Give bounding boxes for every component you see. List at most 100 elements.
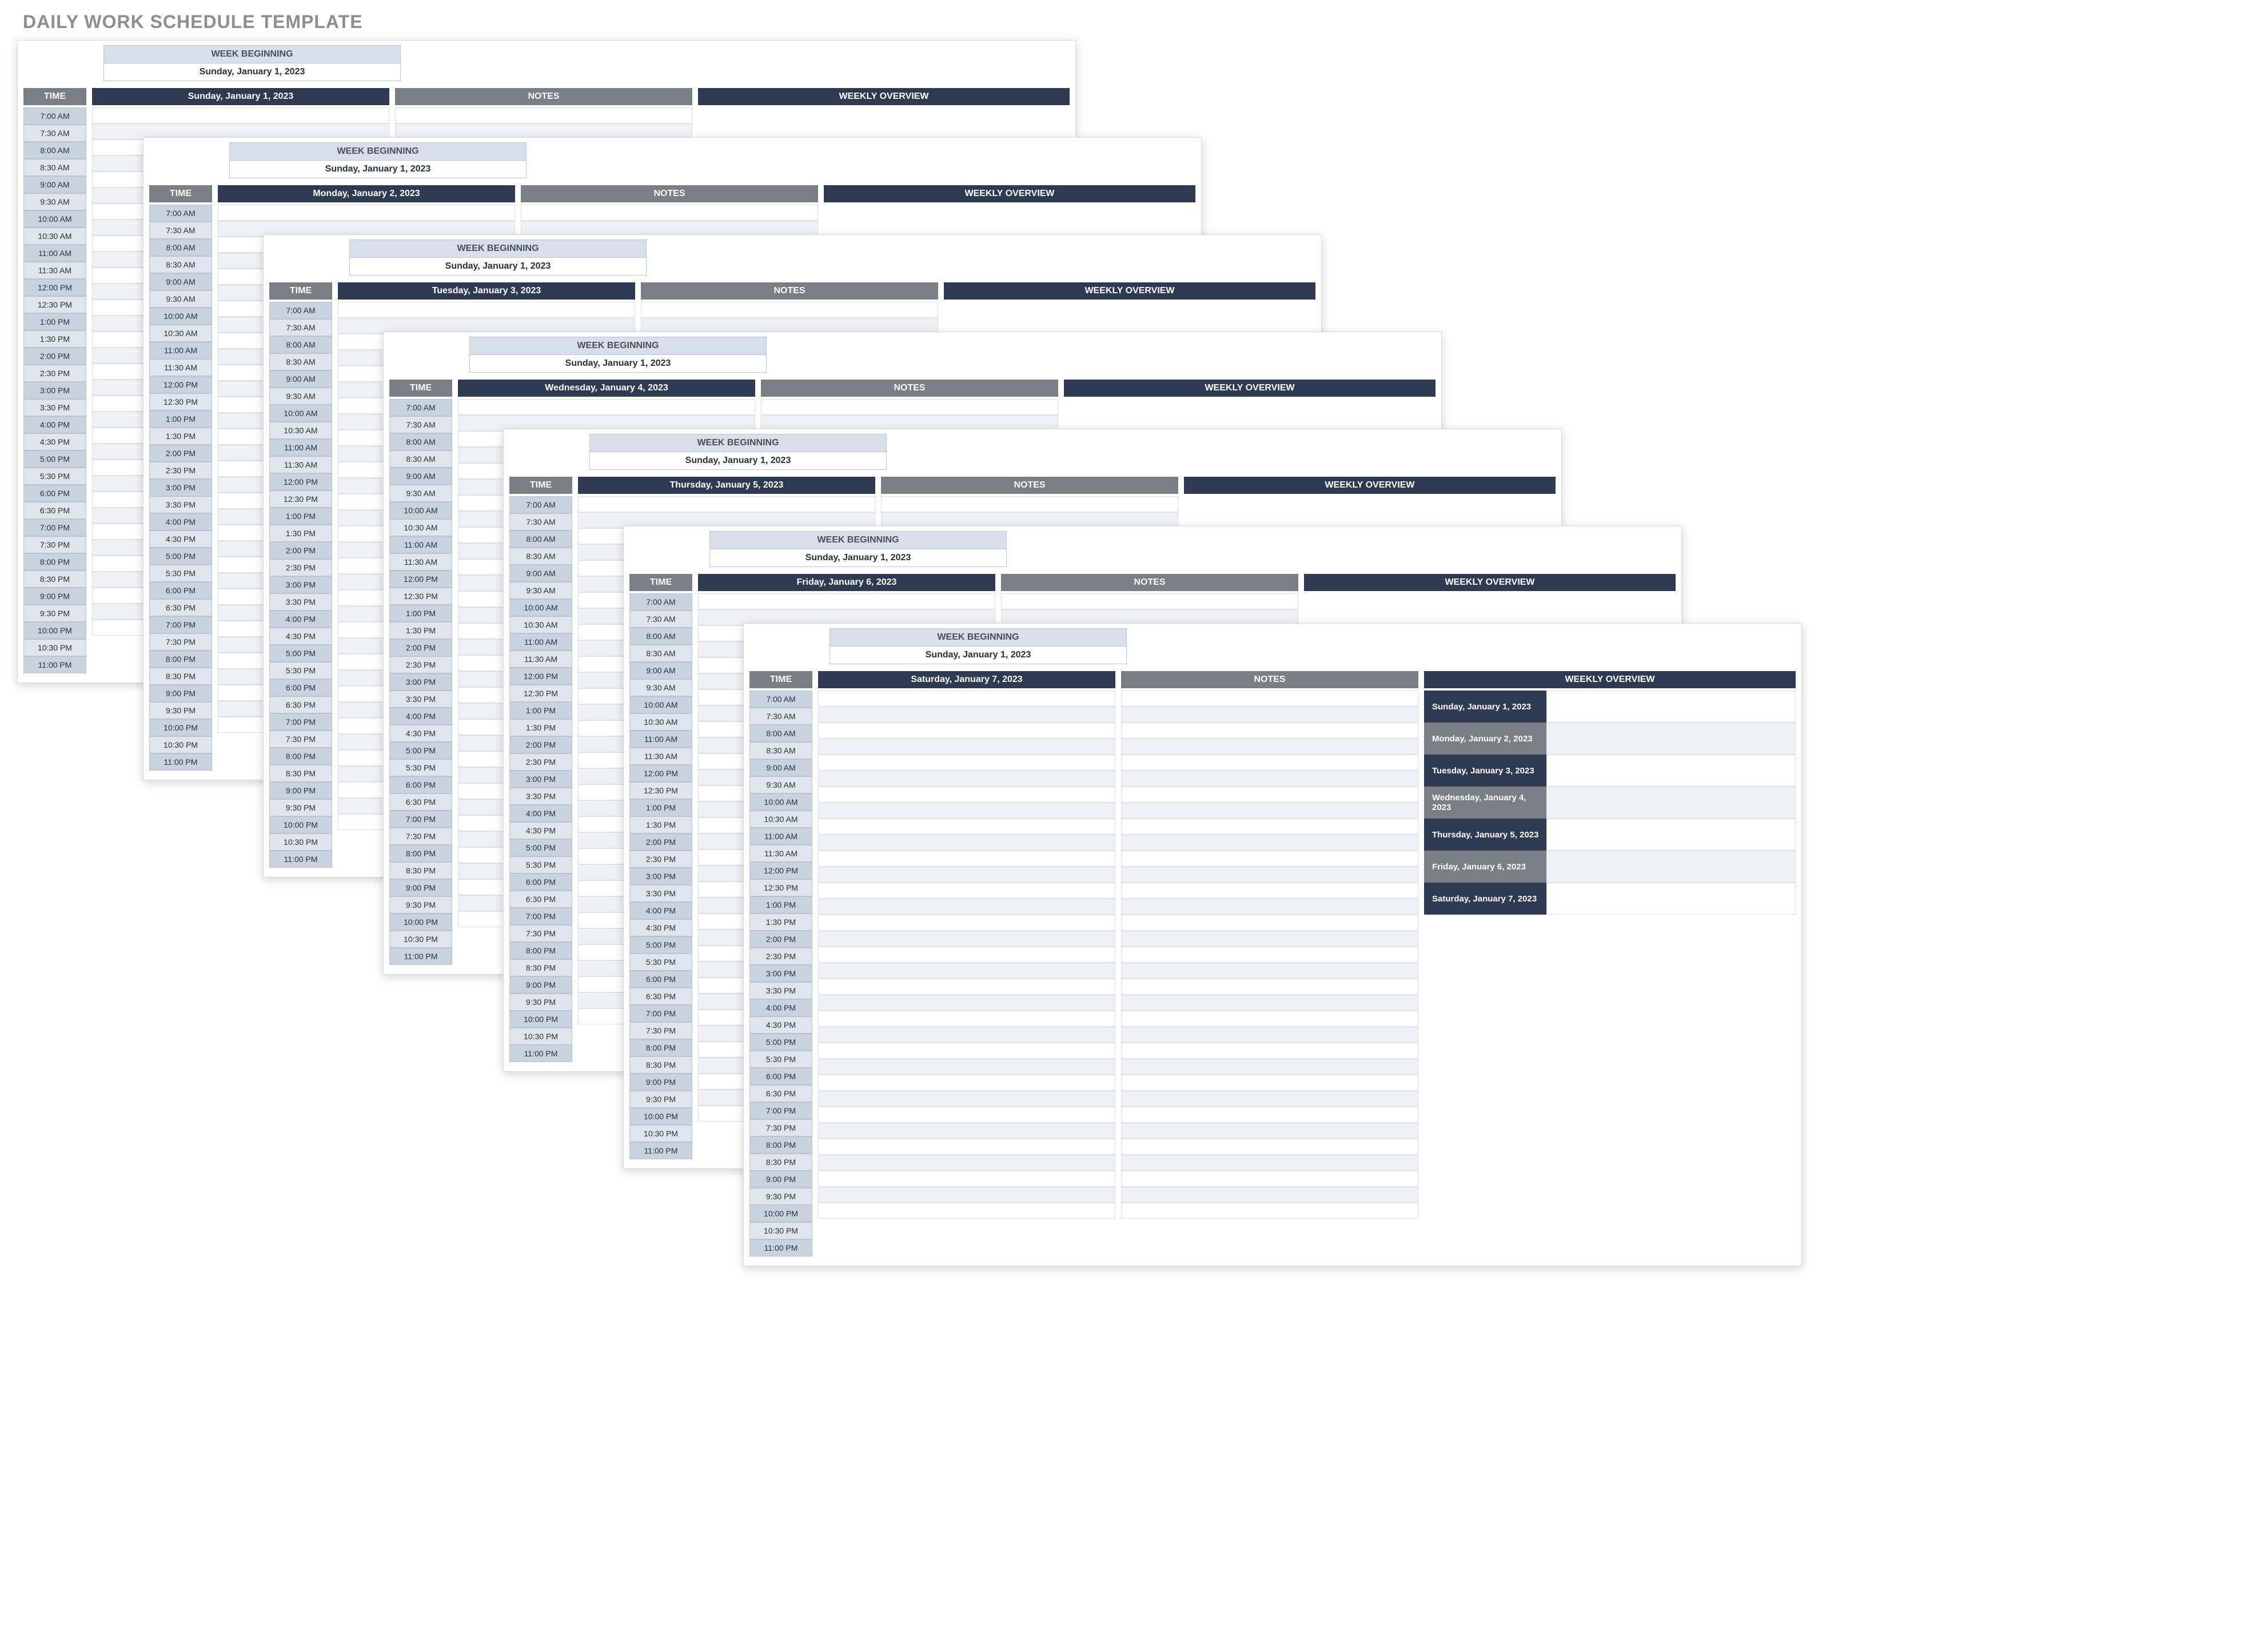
schedule-cell[interactable]: [818, 787, 1115, 803]
schedule-cell[interactable]: [458, 399, 755, 415]
schedule-cell[interactable]: [818, 915, 1115, 931]
notes-cell[interactable]: [881, 496, 1178, 512]
notes-cell[interactable]: [521, 205, 818, 221]
notes-cell[interactable]: [1121, 947, 1418, 963]
schedule-cell[interactable]: [818, 723, 1115, 739]
weekly-overview-item[interactable]: Friday, January 6, 2023: [1424, 851, 1796, 883]
schedule-cell[interactable]: [818, 1187, 1115, 1203]
notes-cell[interactable]: [1121, 755, 1418, 771]
schedule-cell[interactable]: [818, 947, 1115, 963]
schedule-cell[interactable]: [818, 979, 1115, 995]
time-slot: 4:00 PM: [389, 708, 452, 725]
notes-cell[interactable]: [1121, 1139, 1418, 1155]
notes-cell[interactable]: [1121, 883, 1418, 899]
notes-cell[interactable]: [1121, 963, 1418, 979]
schedule-cell[interactable]: [818, 803, 1115, 819]
schedule-cell[interactable]: [818, 835, 1115, 851]
schedule-cell[interactable]: [818, 1123, 1115, 1139]
weekly-overview-value[interactable]: [1546, 755, 1796, 787]
schedule-cell[interactable]: [818, 1203, 1115, 1219]
week-beginning-value[interactable]: Sunday, January 1, 2023: [103, 63, 401, 81]
schedule-cell[interactable]: [818, 819, 1115, 835]
notes-cell[interactable]: [1121, 787, 1418, 803]
notes-cell[interactable]: [1121, 771, 1418, 787]
notes-cell[interactable]: [1121, 995, 1418, 1011]
weekly-overview-item[interactable]: Sunday, January 1, 2023: [1424, 691, 1796, 723]
notes-cell[interactable]: [1121, 1155, 1418, 1171]
schedule-cell[interactable]: [818, 1059, 1115, 1075]
notes-cell[interactable]: [1121, 723, 1418, 739]
notes-cell[interactable]: [1121, 1203, 1418, 1219]
notes-cell[interactable]: [1121, 851, 1418, 867]
notes-cell[interactable]: [1121, 915, 1418, 931]
schedule-cell[interactable]: [698, 593, 995, 609]
notes-cell[interactable]: [395, 107, 692, 123]
schedule-cell[interactable]: [338, 302, 635, 318]
schedule-cell[interactable]: [818, 1171, 1115, 1187]
weekly-overview-value[interactable]: [1546, 883, 1796, 915]
schedule-cell[interactable]: [818, 867, 1115, 883]
notes-cell[interactable]: [1121, 899, 1418, 915]
week-beginning-value[interactable]: Sunday, January 1, 2023: [709, 549, 1007, 567]
schedule-cell[interactable]: [818, 851, 1115, 867]
schedule-cell[interactable]: [818, 691, 1115, 707]
notes-cell[interactable]: [1121, 691, 1418, 707]
schedule-cell[interactable]: [818, 771, 1115, 787]
schedule-cell[interactable]: [818, 1075, 1115, 1091]
schedule-cell[interactable]: [818, 963, 1115, 979]
notes-cell[interactable]: [1121, 1059, 1418, 1075]
schedule-cell[interactable]: [818, 739, 1115, 755]
weekly-overview-item[interactable]: Tuesday, January 3, 2023: [1424, 755, 1796, 787]
weekly-overview-value[interactable]: [1546, 787, 1796, 819]
schedule-cell[interactable]: [818, 1155, 1115, 1171]
schedule-cell[interactable]: [818, 707, 1115, 723]
notes-cell[interactable]: [1001, 593, 1298, 609]
schedule-cell[interactable]: [818, 1027, 1115, 1043]
weekly-overview-item[interactable]: Wednesday, January 4, 2023: [1424, 787, 1796, 819]
schedule-cell[interactable]: [818, 755, 1115, 771]
notes-cell[interactable]: [1121, 803, 1418, 819]
schedule-cell[interactable]: [818, 1011, 1115, 1027]
weekly-overview-value[interactable]: [1546, 851, 1796, 883]
notes-cell[interactable]: [1121, 1171, 1418, 1187]
week-beginning-value[interactable]: Sunday, January 1, 2023: [349, 258, 647, 276]
schedule-cell[interactable]: [818, 1091, 1115, 1107]
schedule-cell[interactable]: [818, 995, 1115, 1011]
weekly-overview-item[interactable]: Saturday, January 7, 2023: [1424, 883, 1796, 915]
notes-cell[interactable]: [641, 302, 938, 318]
notes-cell[interactable]: [1121, 739, 1418, 755]
week-beginning-value[interactable]: Sunday, January 1, 2023: [229, 161, 527, 178]
notes-cell[interactable]: [1121, 979, 1418, 995]
notes-cell[interactable]: [1121, 1187, 1418, 1203]
schedule-cell[interactable]: [818, 899, 1115, 915]
notes-cell[interactable]: [1121, 931, 1418, 947]
notes-cell[interactable]: [1121, 1075, 1418, 1091]
schedule-cell[interactable]: [818, 1107, 1115, 1123]
schedule-cell[interactable]: [218, 205, 515, 221]
weekly-overview-item[interactable]: Monday, January 2, 2023: [1424, 723, 1796, 755]
notes-cell[interactable]: [1121, 1043, 1418, 1059]
notes-cell[interactable]: [1121, 1091, 1418, 1107]
notes-cell[interactable]: [1121, 867, 1418, 883]
week-beginning-value[interactable]: Sunday, January 1, 2023: [469, 355, 767, 373]
notes-cell[interactable]: [761, 399, 1058, 415]
schedule-cell[interactable]: [92, 107, 389, 123]
notes-cell[interactable]: [1121, 707, 1418, 723]
week-beginning-value[interactable]: Sunday, January 1, 2023: [830, 647, 1127, 664]
notes-cell[interactable]: [1121, 835, 1418, 851]
schedule-cell[interactable]: [578, 496, 875, 512]
schedule-cell[interactable]: [818, 1139, 1115, 1155]
notes-cell[interactable]: [1121, 819, 1418, 835]
notes-cell[interactable]: [1121, 1107, 1418, 1123]
weekly-overview-value[interactable]: [1546, 723, 1796, 755]
week-beginning-value[interactable]: Sunday, January 1, 2023: [589, 452, 887, 470]
schedule-cell[interactable]: [818, 931, 1115, 947]
weekly-overview-item[interactable]: Thursday, January 5, 2023: [1424, 819, 1796, 851]
schedule-cell[interactable]: [818, 883, 1115, 899]
weekly-overview-value[interactable]: [1546, 691, 1796, 723]
notes-cell[interactable]: [1121, 1011, 1418, 1027]
schedule-cell[interactable]: [818, 1043, 1115, 1059]
notes-cell[interactable]: [1121, 1027, 1418, 1043]
notes-cell[interactable]: [1121, 1123, 1418, 1139]
weekly-overview-value[interactable]: [1546, 819, 1796, 851]
